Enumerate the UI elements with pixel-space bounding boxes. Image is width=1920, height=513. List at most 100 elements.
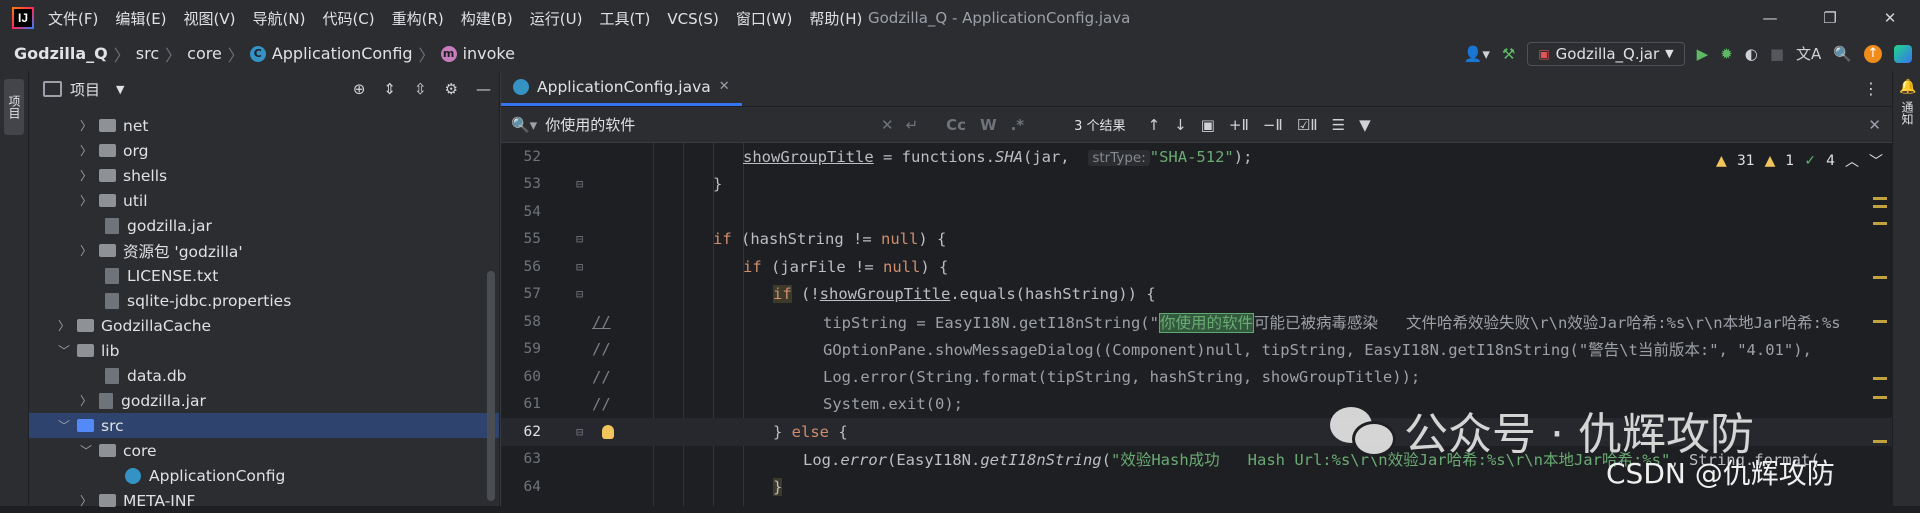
remove-occurrence-icon[interactable]: −Ⅱ	[1263, 116, 1283, 134]
menu-view[interactable]: 视图(V)	[184, 10, 236, 28]
stop-icon[interactable]: ■	[1770, 45, 1784, 63]
project-view-selector[interactable]: 项目 ▼	[43, 79, 124, 100]
error-stripe-marker[interactable]	[1873, 197, 1887, 200]
previous-occurrence-icon[interactable]: ↑	[1148, 116, 1161, 134]
tree-node[interactable]: 〉 util	[29, 188, 499, 213]
run-icon[interactable]: ▶	[1697, 45, 1709, 63]
chevron-down-icon[interactable]: ﹀	[77, 442, 95, 459]
tree-node[interactable]: 〉 META-INF	[29, 488, 499, 513]
fold-icon[interactable]: ⊟	[576, 425, 583, 439]
filter-icon[interactable]: ▼	[1359, 116, 1371, 134]
new-line-icon[interactable]: ↵	[906, 116, 919, 134]
menu-run[interactable]: 运行(U)	[530, 10, 583, 28]
menu-vcs[interactable]: VCS(S)	[667, 10, 718, 28]
plugin-logo-icon[interactable]	[1894, 44, 1912, 63]
fold-icon[interactable]: ⊟	[576, 287, 583, 301]
error-stripe-marker[interactable]	[1873, 320, 1887, 323]
collapse-all-icon[interactable]: ⇳	[414, 80, 427, 98]
search-icon[interactable]: 🔍	[1833, 45, 1852, 63]
menu-edit[interactable]: 编辑(E)	[115, 10, 166, 28]
expand-all-icon[interactable]: ⇕	[383, 80, 396, 98]
tree-node[interactable]: 〉 org	[29, 138, 499, 163]
coverage-icon[interactable]: ◐	[1745, 45, 1758, 63]
chevron-right-icon[interactable]: 〉	[77, 192, 95, 209]
search-icon[interactable]: 🔍▾	[511, 116, 537, 134]
notification-bell-icon[interactable]: 🔔	[1899, 79, 1916, 95]
tree-node[interactable]: 〉 GodzillaCache	[29, 313, 499, 338]
clear-search-icon[interactable]: ✕	[881, 116, 894, 134]
tree-node[interactable]: godzilla.jar	[29, 213, 499, 238]
search-field[interactable]: 🔍▾ 你使用的软件	[511, 114, 881, 135]
chevron-down-icon[interactable]: ﹀	[55, 417, 73, 434]
chevron-right-icon[interactable]: 〉	[77, 117, 95, 134]
tree-node-selected[interactable]: ﹀ src	[29, 413, 499, 438]
select-all-icon[interactable]: ☑Ⅱ	[1297, 116, 1318, 134]
run-configuration-selector[interactable]: ▣ Godzilla_Q.jar ▼	[1527, 41, 1685, 66]
chevron-right-icon[interactable]: 〉	[55, 317, 73, 334]
error-stripe-marker[interactable]	[1873, 440, 1887, 443]
locate-file-icon[interactable]: ⊕	[353, 80, 366, 98]
tree-node[interactable]: LICENSE.txt	[29, 263, 499, 288]
notifications-tool-window-button[interactable]: 通知	[1897, 101, 1917, 125]
gear-icon[interactable]: ⚙	[445, 80, 458, 98]
menu-navigate[interactable]: 导航(N)	[253, 10, 306, 28]
open-in-window-icon[interactable]: ☰	[1332, 116, 1345, 134]
intellij-logo-icon[interactable]: IJ	[12, 7, 34, 29]
add-occurrence-icon[interactable]: +Ⅱ	[1229, 116, 1249, 134]
minimize-button[interactable]: —	[1740, 0, 1800, 36]
menu-refactor[interactable]: 重构(R)	[392, 10, 444, 28]
chevron-right-icon[interactable]: 〉	[77, 167, 95, 184]
breadcrumb-project[interactable]: Godzilla_Q	[14, 44, 108, 63]
tree-node[interactable]: ﹀ core	[29, 438, 499, 463]
regex-toggle[interactable]: .*	[1011, 116, 1025, 134]
close-window-button[interactable]: ✕	[1860, 0, 1920, 36]
tree-node[interactable]: 〉 shells	[29, 163, 499, 188]
project-scrollbar[interactable]	[487, 271, 495, 501]
breadcrumb-src[interactable]: src	[136, 44, 159, 63]
error-stripe-marker[interactable]	[1873, 222, 1887, 225]
next-occurrence-icon[interactable]: ↓	[1174, 116, 1187, 134]
tree-node[interactable]: ﹀ lib	[29, 338, 499, 363]
build-hammer-icon[interactable]: ⚒	[1502, 45, 1515, 63]
tree-node[interactable]: 〉 资源包 'godzilla'	[29, 238, 499, 263]
breadcrumb-method[interactable]: invoke	[463, 44, 515, 63]
error-stripe-marker[interactable]	[1873, 377, 1887, 380]
chevron-right-icon[interactable]: 〉	[77, 242, 95, 259]
tree-node[interactable]: 〉 net	[29, 113, 499, 138]
tree-node[interactable]: sqlite-jdbc.properties	[29, 288, 499, 313]
error-stripe-marker[interactable]	[1873, 276, 1887, 279]
tree-node[interactable]: 〉 godzilla.jar	[29, 388, 499, 413]
search-input[interactable]: 你使用的软件	[545, 114, 635, 135]
breadcrumb-class[interactable]: ApplicationConfig	[272, 44, 413, 63]
error-stripe-marker[interactable]	[1873, 205, 1887, 208]
editor-tab[interactable]: ApplicationConfig.java ✕	[501, 70, 742, 106]
menu-window[interactable]: 窗口(W)	[736, 10, 793, 28]
match-case-toggle[interactable]: Cc	[946, 116, 966, 134]
menu-code[interactable]: 代码(C)	[322, 10, 374, 28]
chevron-right-icon[interactable]: 〉	[77, 392, 95, 409]
hide-panel-icon[interactable]: —	[476, 80, 491, 98]
fold-icon[interactable]: ⊟	[576, 177, 583, 191]
tree-node[interactable]: ApplicationConfig	[29, 463, 499, 488]
chevron-right-icon[interactable]: 〉	[77, 492, 95, 509]
user-icon[interactable]: 👤▾	[1464, 45, 1490, 63]
menu-build[interactable]: 构建(B)	[461, 10, 513, 28]
intention-bulb-icon[interactable]	[602, 424, 614, 439]
project-tool-window-button[interactable]: 项目	[4, 79, 24, 135]
menu-help[interactable]: 帮助(H)	[809, 10, 862, 28]
close-icon[interactable]: ✕	[719, 79, 730, 94]
menu-file[interactable]: 文件(F)	[48, 10, 98, 28]
translate-icon[interactable]: 文A	[1796, 43, 1821, 64]
chevron-down-icon[interactable]: ﹀	[55, 342, 73, 359]
fold-icon[interactable]: ⊟	[576, 260, 583, 274]
error-stripe-marker[interactable]	[1873, 396, 1887, 399]
select-all-occurrences-icon[interactable]: ▣	[1201, 116, 1215, 134]
fold-icon[interactable]: ⊟	[576, 232, 583, 246]
menu-tools[interactable]: 工具(T)	[599, 10, 650, 28]
tree-node[interactable]: data.db	[29, 363, 499, 388]
breadcrumb-core[interactable]: core	[187, 44, 222, 63]
whole-word-toggle[interactable]: W	[980, 116, 997, 134]
restore-button[interactable]: ❐	[1800, 0, 1860, 36]
close-find-bar-icon[interactable]: ✕	[1868, 116, 1881, 134]
chevron-right-icon[interactable]: 〉	[77, 142, 95, 159]
